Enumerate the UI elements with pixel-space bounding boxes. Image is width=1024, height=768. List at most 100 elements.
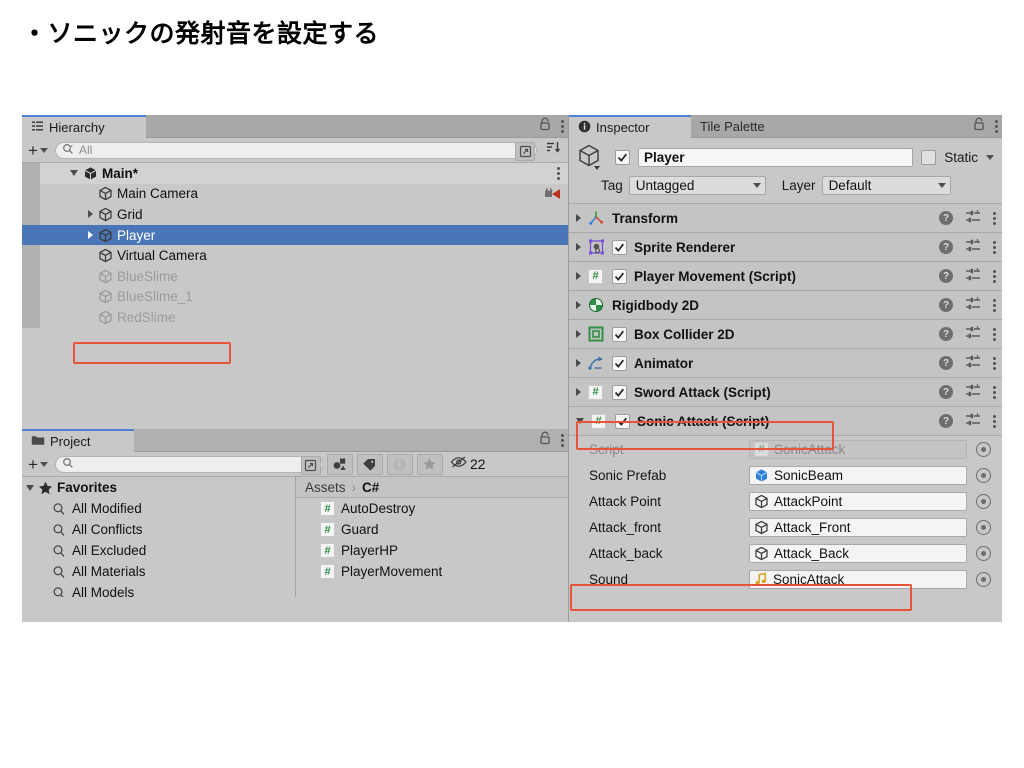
- create-asset-button[interactable]: +: [25, 455, 51, 474]
- property-value-field[interactable]: Attack_Front: [749, 517, 967, 537]
- kebab-menu-icon[interactable]: [993, 240, 996, 254]
- static-chevron-down-icon[interactable]: [986, 154, 994, 160]
- asset-item-guard[interactable]: # Guard: [296, 519, 568, 540]
- object-picker-icon[interactable]: [976, 545, 991, 561]
- tab-hierarchy[interactable]: Hierarchy: [22, 115, 146, 138]
- tab-tile-palette[interactable]: Tile Palette: [691, 115, 777, 138]
- breadcrumb-root[interactable]: Assets: [305, 480, 346, 495]
- project-favorites-pane[interactable]: Favorites All Modified All Conflicts All Ex…: [22, 477, 296, 597]
- favorite-item-allexcluded[interactable]: All Excluded: [22, 540, 295, 561]
- component-sonicattackscript[interactable]: # Sonic Attack (Script)?: [569, 407, 1002, 436]
- hierarchy-sort-button[interactable]: [541, 141, 565, 160]
- property-value-field[interactable]: AttackPoint: [749, 491, 967, 511]
- component-enabled-checkbox[interactable]: [612, 239, 627, 255]
- preset-settings-icon[interactable]: [965, 383, 981, 401]
- chevron-right-icon[interactable]: [576, 301, 581, 309]
- favorite-item-allmaterials[interactable]: All Materials: [22, 561, 295, 582]
- help-icon[interactable]: ?: [939, 269, 953, 283]
- asset-item-autodestroy[interactable]: # AutoDestroy: [296, 498, 568, 519]
- hierarchy-item-virtualcamera[interactable]: Virtual Camera: [22, 245, 568, 266]
- chevron-down-icon[interactable]: [26, 484, 34, 491]
- help-icon[interactable]: ?: [939, 356, 953, 370]
- object-picker-icon[interactable]: [976, 467, 991, 483]
- hierarchy-item-grid[interactable]: Grid: [22, 204, 568, 225]
- component-animator[interactable]: Animator?: [569, 349, 1002, 378]
- hierarchy-search-input[interactable]: All: [54, 141, 537, 161]
- kebab-menu-icon[interactable]: [557, 167, 560, 180]
- object-picker-icon[interactable]: [976, 571, 991, 587]
- hierarchy-item-player[interactable]: Player: [22, 224, 568, 246]
- favorite-star-icon[interactable]: [416, 453, 443, 475]
- kebab-menu-icon[interactable]: [993, 356, 996, 370]
- property-value-field[interactable]: Attack_Back: [749, 543, 967, 563]
- preset-settings-icon[interactable]: [965, 296, 981, 314]
- hierarchy-item-blueslime1[interactable]: BlueSlime_1: [22, 286, 568, 308]
- layer-dropdown[interactable]: Default: [821, 176, 951, 195]
- favorite-item-allmodified[interactable]: All Modified: [22, 498, 295, 519]
- chevron-right-icon[interactable]: [576, 272, 581, 280]
- chevron-down-icon[interactable]: [576, 418, 584, 424]
- component-swordattackscript[interactable]: # Sword Attack (Script)?: [569, 378, 1002, 407]
- component-spriterenderer[interactable]: Sprite Renderer?: [569, 233, 1002, 262]
- component-enabled-checkbox[interactable]: [612, 268, 627, 284]
- warning-filter-icon[interactable]: [386, 453, 413, 475]
- add-gameobject-button[interactable]: +: [25, 141, 51, 160]
- kebab-menu-icon[interactable]: [993, 269, 996, 283]
- hierarchy-item-blueslime[interactable]: BlueSlime: [22, 265, 568, 287]
- lock-icon[interactable]: [539, 117, 551, 136]
- chevron-right-icon[interactable]: [88, 231, 93, 240]
- component-playermovementscript[interactable]: # Player Movement (Script)?: [569, 262, 1002, 291]
- kebab-menu-icon[interactable]: [993, 327, 996, 341]
- kebab-menu-icon[interactable]: [993, 414, 996, 428]
- lock-icon[interactable]: [973, 117, 985, 136]
- component-enabled-checkbox[interactable]: [612, 326, 627, 342]
- chevron-right-icon[interactable]: [576, 243, 581, 251]
- help-icon[interactable]: ?: [939, 211, 953, 225]
- preset-settings-icon[interactable]: [965, 354, 981, 372]
- chevron-right-icon[interactable]: [576, 214, 581, 222]
- project-search-input[interactable]: [54, 455, 323, 475]
- object-name-input[interactable]: Player: [638, 147, 914, 167]
- component-enabled-checkbox[interactable]: [615, 413, 630, 429]
- component-transform[interactable]: Transform?: [569, 204, 1002, 233]
- project-assets-pane[interactable]: Assets › C# # AutoDestroy # Guard # PlayerHP #…: [296, 477, 568, 597]
- tab-project[interactable]: Project: [22, 429, 134, 452]
- component-enabled-checkbox[interactable]: [612, 355, 627, 371]
- hidden-assets-toggle[interactable]: 22: [447, 455, 489, 474]
- help-icon[interactable]: ?: [939, 298, 953, 312]
- kebab-menu-icon[interactable]: [993, 385, 996, 399]
- asset-list[interactable]: # AutoDestroy # Guard # PlayerHP # PlayerMoveme…: [296, 498, 568, 582]
- hierarchy-item-maincamera[interactable]: Main Camera: [22, 183, 568, 205]
- tab-inspector[interactable]: Inspector: [569, 115, 691, 138]
- popup-window-icon[interactable]: [300, 455, 321, 475]
- help-icon[interactable]: ?: [939, 327, 953, 341]
- static-checkbox[interactable]: [921, 149, 937, 165]
- kebab-menu-icon[interactable]: [993, 298, 996, 312]
- favorite-item-allconflicts[interactable]: All Conflicts: [22, 519, 295, 540]
- hierarchy-item-redslime[interactable]: RedSlime: [22, 307, 568, 328]
- component-boxcollider2d[interactable]: Box Collider 2D?: [569, 320, 1002, 349]
- favorites-header[interactable]: Favorites: [22, 477, 295, 498]
- help-icon[interactable]: ?: [939, 385, 953, 399]
- chevron-right-icon[interactable]: [576, 330, 581, 338]
- preset-settings-icon[interactable]: [965, 267, 981, 285]
- asset-item-playermovement[interactable]: # PlayerMovement: [296, 561, 568, 582]
- object-picker-icon[interactable]: [976, 441, 991, 457]
- popup-window-icon[interactable]: [515, 141, 535, 161]
- lock-icon[interactable]: [539, 431, 551, 450]
- asset-item-playerhp[interactable]: # PlayerHP: [296, 540, 568, 561]
- component-enabled-checkbox[interactable]: [612, 384, 627, 400]
- chevron-down-icon[interactable]: [70, 170, 78, 177]
- chevron-right-icon[interactable]: [576, 388, 581, 396]
- preset-settings-icon[interactable]: [965, 325, 981, 343]
- hierarchy-item-main[interactable]: Main*: [22, 163, 568, 184]
- chevron-right-icon[interactable]: [88, 210, 93, 219]
- hierarchy-tree[interactable]: Main* Main Camera Grid Player Virtual Camera…: [22, 163, 568, 429]
- chevron-right-icon[interactable]: [576, 359, 581, 367]
- preset-settings-icon[interactable]: [965, 238, 981, 256]
- kebab-menu-icon[interactable]: [995, 120, 998, 133]
- preset-settings-icon[interactable]: [965, 412, 981, 430]
- favorite-item-allmodels[interactable]: All Models: [22, 582, 295, 597]
- kebab-menu-icon[interactable]: [993, 211, 996, 225]
- component-rigidbody2d[interactable]: Rigidbody 2D?: [569, 291, 1002, 320]
